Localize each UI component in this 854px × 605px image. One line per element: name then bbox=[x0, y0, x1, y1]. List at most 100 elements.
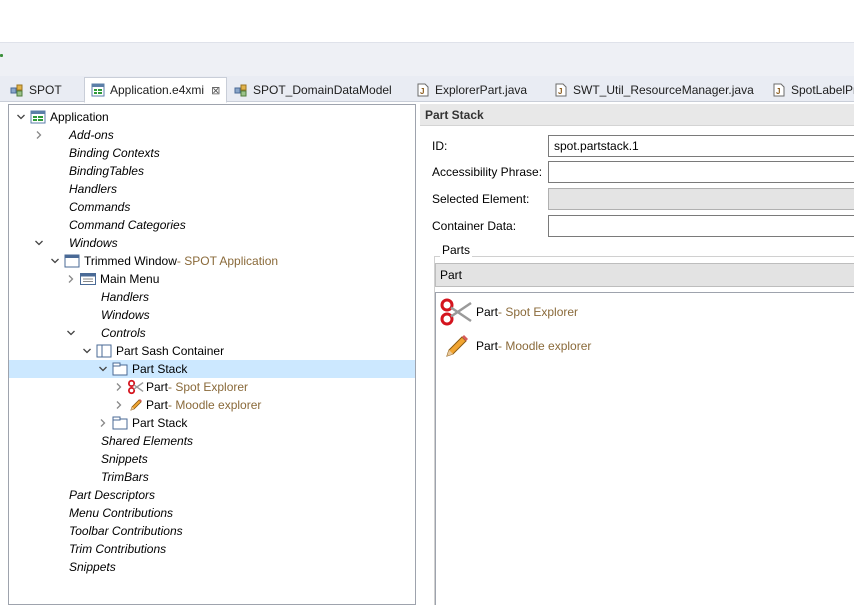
tree-item-label: Windows bbox=[69, 236, 118, 250]
svg-text:J: J bbox=[558, 87, 562, 96]
sash-container-icon bbox=[96, 343, 112, 359]
tree-item-handlers[interactable]: Handlers bbox=[9, 180, 415, 198]
tree-item-trim-contributions[interactable]: Trim Contributions bbox=[9, 540, 415, 558]
tree-item-label: Part bbox=[146, 398, 169, 412]
tree-item-shared-elements[interactable]: Shared Elements bbox=[9, 432, 415, 450]
tree-item-commands[interactable]: Commands bbox=[9, 198, 415, 216]
tree-item-trimmed-window[interactable]: Trimmed Window - SPOT Application bbox=[9, 252, 415, 270]
tree-item-label: Handlers bbox=[69, 182, 118, 196]
pencil-icon bbox=[128, 397, 144, 413]
tree-item-label: Part Stack bbox=[132, 362, 188, 376]
tree-item-snippets[interactable]: Snippets bbox=[9, 558, 415, 576]
model-tree: Application Add-ons Binding Contexts Bin… bbox=[8, 104, 416, 605]
scissors-icon bbox=[440, 297, 472, 327]
tree-item-label: Snippets bbox=[101, 452, 148, 466]
id-field[interactable]: spot.partstack.1 bbox=[548, 135, 854, 157]
tab-swt-util-resourcemanager-java[interactable]: J SWT_Util_ResourceManager.java bbox=[548, 78, 760, 102]
tab-spot[interactable]: SPOT bbox=[4, 78, 68, 102]
tree-item-controls[interactable]: Controls bbox=[9, 324, 415, 342]
tree-item-binding-tables[interactable]: BindingTables bbox=[9, 162, 415, 180]
tree-item-command-categories[interactable]: Command Categories bbox=[9, 216, 415, 234]
toolbar-grip[interactable] bbox=[0, 54, 3, 57]
editor-tab-bar: SPOT Application.e4xmi ⊠ SPOT_DomainData… bbox=[0, 76, 854, 103]
tree-item-sublabel: - SPOT Application bbox=[176, 254, 279, 268]
scissors-icon bbox=[128, 379, 144, 395]
chevron-down-icon[interactable] bbox=[65, 327, 77, 339]
tab-label: ExplorerPart.java bbox=[435, 83, 528, 97]
tree-item-part-spot-explorer[interactable]: Part - Spot Explorer bbox=[9, 378, 415, 396]
tree-item-label: Handlers bbox=[101, 290, 150, 304]
tab-application-e4xmi[interactable]: Application.e4xmi ⊠ bbox=[84, 77, 228, 103]
application-model-icon bbox=[91, 83, 105, 97]
tree-item-part-moodle-explorer[interactable]: Part - Moodle explorer bbox=[9, 396, 415, 414]
tree-item-label: Toolbar Contributions bbox=[69, 524, 183, 538]
tree-item-addons[interactable]: Add-ons bbox=[9, 126, 415, 144]
chevron-down-icon[interactable] bbox=[15, 111, 27, 123]
application-model-icon bbox=[30, 109, 46, 125]
accessibility-label: Accessibility Phrase: bbox=[432, 165, 543, 179]
tree-item-label: Controls bbox=[101, 326, 146, 340]
tree-item-window-snippets[interactable]: Snippets bbox=[9, 450, 415, 468]
tree-item-window-windows[interactable]: Windows bbox=[9, 306, 415, 324]
menu-icon bbox=[80, 271, 96, 287]
tree-item-toolbar-contributions[interactable]: Toolbar Contributions bbox=[9, 522, 415, 540]
selected-element-field[interactable] bbox=[548, 188, 854, 210]
tree-item-label: Application bbox=[50, 110, 109, 124]
parts-group-title: Parts bbox=[440, 243, 473, 257]
java-file-icon: J bbox=[416, 83, 430, 97]
tree-item-sublabel: - Spot Explorer bbox=[168, 380, 249, 394]
tab-spot-domaindatamodel[interactable]: SPOT_DomainDataModel bbox=[228, 78, 398, 102]
chevron-right-icon[interactable] bbox=[97, 417, 109, 429]
tree-item-label: Part Sash Container bbox=[116, 344, 225, 358]
close-icon[interactable]: ⊠ bbox=[211, 84, 220, 97]
parts-list-item-moodle-explorer[interactable]: Part - Moodle explorer bbox=[440, 331, 591, 361]
chevron-right-icon[interactable] bbox=[65, 273, 77, 285]
tab-label: SpotLabelPr bbox=[791, 83, 854, 97]
java-file-icon: J bbox=[772, 83, 786, 97]
tree-item-binding-contexts[interactable]: Binding Contexts bbox=[9, 144, 415, 162]
tree-item-label: Trim Contributions bbox=[69, 542, 167, 556]
model-icon bbox=[10, 83, 24, 97]
parts-item-label: Part bbox=[476, 339, 499, 353]
chevron-down-icon[interactable] bbox=[81, 345, 93, 357]
chevron-down-icon[interactable] bbox=[33, 237, 45, 249]
chevron-down-icon[interactable] bbox=[49, 255, 61, 267]
parts-list: Part - Spot Explorer Part - Moodle explo… bbox=[435, 292, 854, 605]
tree-item-trimbars[interactable]: TrimBars bbox=[9, 468, 415, 486]
tree-item-part-stack-selected[interactable]: Part Stack bbox=[9, 360, 415, 378]
tab-label: Application.e4xmi bbox=[110, 83, 205, 97]
chevron-right-icon[interactable] bbox=[33, 129, 45, 141]
tree-item-windows[interactable]: Windows bbox=[9, 234, 415, 252]
tree-item-part-stack-2[interactable]: Part Stack bbox=[9, 414, 415, 432]
svg-text:J: J bbox=[776, 87, 780, 96]
parts-list-item-spot-explorer[interactable]: Part - Spot Explorer bbox=[440, 297, 578, 327]
tree-item-application[interactable]: Application bbox=[9, 108, 415, 126]
tree-item-label: BindingTables bbox=[69, 164, 144, 178]
tree-item-part-descriptors[interactable]: Part Descriptors bbox=[9, 486, 415, 504]
title-area bbox=[0, 0, 854, 42]
chevron-down-icon[interactable] bbox=[97, 363, 109, 375]
id-label: ID: bbox=[432, 139, 448, 153]
chevron-right-icon[interactable] bbox=[113, 399, 125, 411]
chevron-right-icon[interactable] bbox=[113, 381, 125, 393]
part-stack-icon bbox=[112, 361, 128, 377]
tree-item-label: Shared Elements bbox=[101, 434, 194, 448]
detail-pane: Part Stack ID: spot.partstack.1 Accessib… bbox=[420, 104, 854, 605]
tree-item-label: Main Menu bbox=[100, 272, 160, 286]
accessibility-field[interactable] bbox=[548, 161, 854, 183]
svg-text:J: J bbox=[420, 87, 424, 96]
tree-item-window-handlers[interactable]: Handlers bbox=[9, 288, 415, 306]
container-data-field[interactable] bbox=[548, 215, 854, 237]
tree-item-label: Command Categories bbox=[69, 218, 186, 232]
tree-item-main-menu[interactable]: Main Menu bbox=[9, 270, 415, 288]
tree-item-label: Add-ons bbox=[69, 128, 114, 142]
tree-item-menu-contributions[interactable]: Menu Contributions bbox=[9, 504, 415, 522]
tab-explorerpart-java[interactable]: J ExplorerPart.java bbox=[410, 78, 533, 102]
tree-item-label: Part Stack bbox=[132, 416, 188, 430]
parts-item-sublabel: - Spot Explorer bbox=[498, 305, 579, 319]
model-icon bbox=[234, 83, 248, 97]
tab-spotlabelprovider[interactable]: J SpotLabelPr bbox=[766, 78, 854, 102]
tree-item-part-sash-container[interactable]: Part Sash Container bbox=[9, 342, 415, 360]
parts-type-combo[interactable]: Part bbox=[435, 263, 854, 287]
tab-label: SWT_Util_ResourceManager.java bbox=[573, 83, 754, 97]
